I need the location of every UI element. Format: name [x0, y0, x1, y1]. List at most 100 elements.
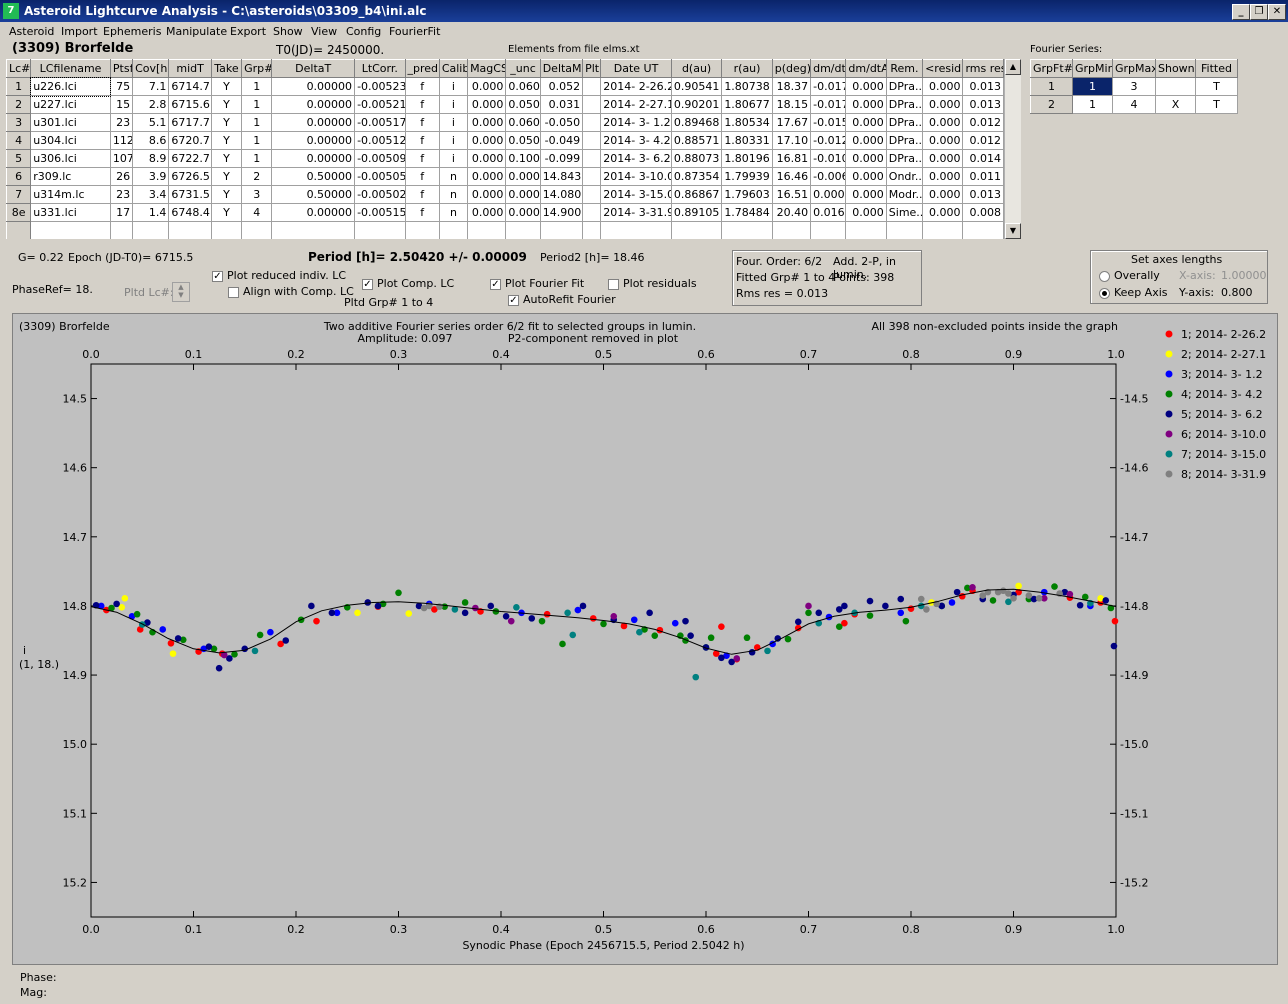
- lc-cell[interactable]: -0.017: [810, 95, 847, 114]
- lc-cell[interactable]: 8e: [6, 203, 32, 222]
- menu-manipulate[interactable]: Manipulate: [166, 25, 227, 38]
- lc-cell[interactable]: 4: [6, 131, 32, 150]
- lc-col-header[interactable]: Cov[h]: [132, 59, 170, 78]
- lc-col-header[interactable]: Grp#: [241, 59, 273, 78]
- lc-cell[interactable]: 0.000: [467, 113, 507, 132]
- lc-cell[interactable]: 0.000: [467, 185, 507, 204]
- lc-cell[interactable]: 0.000: [845, 131, 887, 150]
- plot-fourier-checkbox[interactable]: ✓ Plot Fourier Fit: [490, 277, 584, 290]
- scroll-down-icon[interactable]: ▼: [1005, 223, 1021, 239]
- lc-cell[interactable]: 18.15: [771, 95, 812, 114]
- fourier-cell[interactable]: 1: [1072, 77, 1113, 96]
- lc-cell[interactable]: 112: [109, 131, 134, 150]
- menu-asteroid[interactable]: Asteroid: [9, 25, 54, 38]
- lc-cell[interactable]: 0.000: [845, 95, 887, 114]
- lc-cell[interactable]: 6748.4: [168, 203, 212, 222]
- lc-cell[interactable]: 2014- 2-27.1: [600, 95, 672, 114]
- lc-table-scrollbar[interactable]: ▲ ▼: [1004, 59, 1021, 239]
- lc-row[interactable]: 6 r309.lc 26 3.9 6726.5 Y 2 0.50000 -0.00505 f n 0.…: [6, 167, 1004, 186]
- lc-cell[interactable]: -0.015: [810, 113, 847, 132]
- lc-cell[interactable]: f: [404, 113, 440, 132]
- fourier-cell[interactable]: [1155, 77, 1196, 96]
- lc-cell[interactable]: 3.4: [132, 185, 170, 204]
- lc-cell[interactable]: f: [404, 149, 440, 168]
- menu-view[interactable]: View: [311, 25, 337, 38]
- lc-cell[interactable]: [271, 221, 356, 239]
- lc-cell[interactable]: 3.9: [132, 167, 170, 186]
- lc-cell[interactable]: 0.90541: [670, 77, 723, 96]
- lc-cell[interactable]: 2014- 3-10.0: [600, 167, 672, 186]
- lc-col-header[interactable]: Lc#: [6, 59, 32, 78]
- lc-cell[interactable]: 0.000: [467, 131, 507, 150]
- lc-cell[interactable]: 5: [6, 149, 32, 168]
- lc-cell[interactable]: 0.000: [467, 95, 507, 114]
- lc-cell[interactable]: 14.900: [539, 203, 584, 222]
- lc-cell[interactable]: r309.lc: [30, 167, 111, 186]
- lc-cell[interactable]: [539, 221, 584, 239]
- lc-cell[interactable]: f: [404, 77, 440, 96]
- lc-cell[interactable]: -0.00515: [354, 203, 406, 222]
- lc-cell[interactable]: 0.060: [505, 113, 541, 132]
- lc-cell[interactable]: 15: [109, 95, 134, 114]
- lc-cell[interactable]: 2: [6, 95, 32, 114]
- lc-cell[interactable]: [582, 131, 602, 150]
- lc-cell[interactable]: -0.099: [539, 149, 584, 168]
- lc-cell[interactable]: [810, 221, 847, 239]
- lc-cell[interactable]: 0.031: [539, 95, 584, 114]
- lc-cell[interactable]: 0.50000: [271, 167, 356, 186]
- lc-cell[interactable]: 2014- 3-15.0: [600, 185, 672, 204]
- lc-col-header[interactable]: dm/dtA: [845, 59, 887, 78]
- lc-col-header[interactable]: midT: [168, 59, 212, 78]
- lc-cell[interactable]: 0.00000: [271, 113, 356, 132]
- menu-ephemeris[interactable]: Ephemeris: [103, 25, 161, 38]
- lc-cell[interactable]: 23: [109, 185, 134, 204]
- lc-cell[interactable]: [132, 221, 170, 239]
- lc-cell[interactable]: 16.51: [771, 185, 812, 204]
- lc-cell[interactable]: 16.81: [771, 149, 812, 168]
- lc-cell[interactable]: 0.000: [505, 203, 541, 222]
- lc-cell[interactable]: 8.6: [132, 131, 170, 150]
- lc-cell[interactable]: 0.016: [810, 203, 847, 222]
- lc-col-header[interactable]: MagCS: [467, 59, 507, 78]
- fourier-row[interactable]: 214XT: [1030, 95, 1238, 114]
- lc-cell[interactable]: 6714.7: [168, 77, 212, 96]
- lc-cell[interactable]: i: [438, 131, 469, 150]
- lc-cell[interactable]: -0.012: [810, 131, 847, 150]
- lc-cell[interactable]: i: [438, 95, 469, 114]
- lc-cell[interactable]: 5.1: [132, 113, 170, 132]
- lc-cell[interactable]: [600, 221, 672, 239]
- lc-cell[interactable]: [582, 167, 602, 186]
- lc-col-header[interactable]: LCfilename: [30, 59, 111, 78]
- lc-cell[interactable]: 0.000: [505, 185, 541, 204]
- lc-cell[interactable]: 0.000: [922, 149, 964, 168]
- lc-cell[interactable]: n: [438, 185, 469, 204]
- lc-row[interactable]: 4 u304.lci 112 8.6 6720.7 Y 1 0.00000 -0.00512 f i…: [6, 131, 1004, 150]
- keep-axis-radio[interactable]: Keep Axis: [1099, 286, 1168, 299]
- lc-cell[interactable]: [922, 221, 964, 239]
- lc-row-empty[interactable]: [6, 221, 1004, 239]
- lc-cell[interactable]: 1.79939: [721, 167, 773, 186]
- lc-cell[interactable]: -0.00517: [354, 113, 406, 132]
- lc-row[interactable]: 3 u301.lci 23 5.1 6717.7 Y 1 0.00000 -0.00517 f i 0…: [6, 113, 1004, 132]
- lc-cell[interactable]: 7.1: [132, 77, 170, 96]
- lc-cell[interactable]: 0.013: [962, 77, 1004, 96]
- fourier-cell[interactable]: 1: [1030, 77, 1073, 96]
- lc-cell[interactable]: 6: [6, 167, 32, 186]
- lc-cell[interactable]: [771, 221, 812, 239]
- restore-button[interactable]: ❐: [1250, 4, 1268, 20]
- lc-cell[interactable]: -0.010: [810, 149, 847, 168]
- lc-cell[interactable]: 0.008: [962, 203, 1004, 222]
- lc-col-header[interactable]: r(au): [721, 59, 773, 78]
- lc-col-header[interactable]: _unc: [505, 59, 541, 78]
- lc-cell[interactable]: 1.80738: [721, 77, 773, 96]
- lc-cell[interactable]: 0.87354: [670, 167, 723, 186]
- align-comp-checkbox[interactable]: Align with Comp. LC: [228, 285, 354, 298]
- lc-cell[interactable]: -0.017: [810, 77, 847, 96]
- lc-cell[interactable]: 0.88073: [670, 149, 723, 168]
- lc-cell[interactable]: 0.000: [922, 95, 964, 114]
- lc-cell[interactable]: [168, 221, 212, 239]
- lc-col-header[interactable]: _pred.: [404, 59, 440, 78]
- lc-cell[interactable]: [109, 221, 134, 239]
- lc-cell[interactable]: 7: [6, 185, 32, 204]
- lc-col-header[interactable]: DeltaT: [271, 59, 356, 78]
